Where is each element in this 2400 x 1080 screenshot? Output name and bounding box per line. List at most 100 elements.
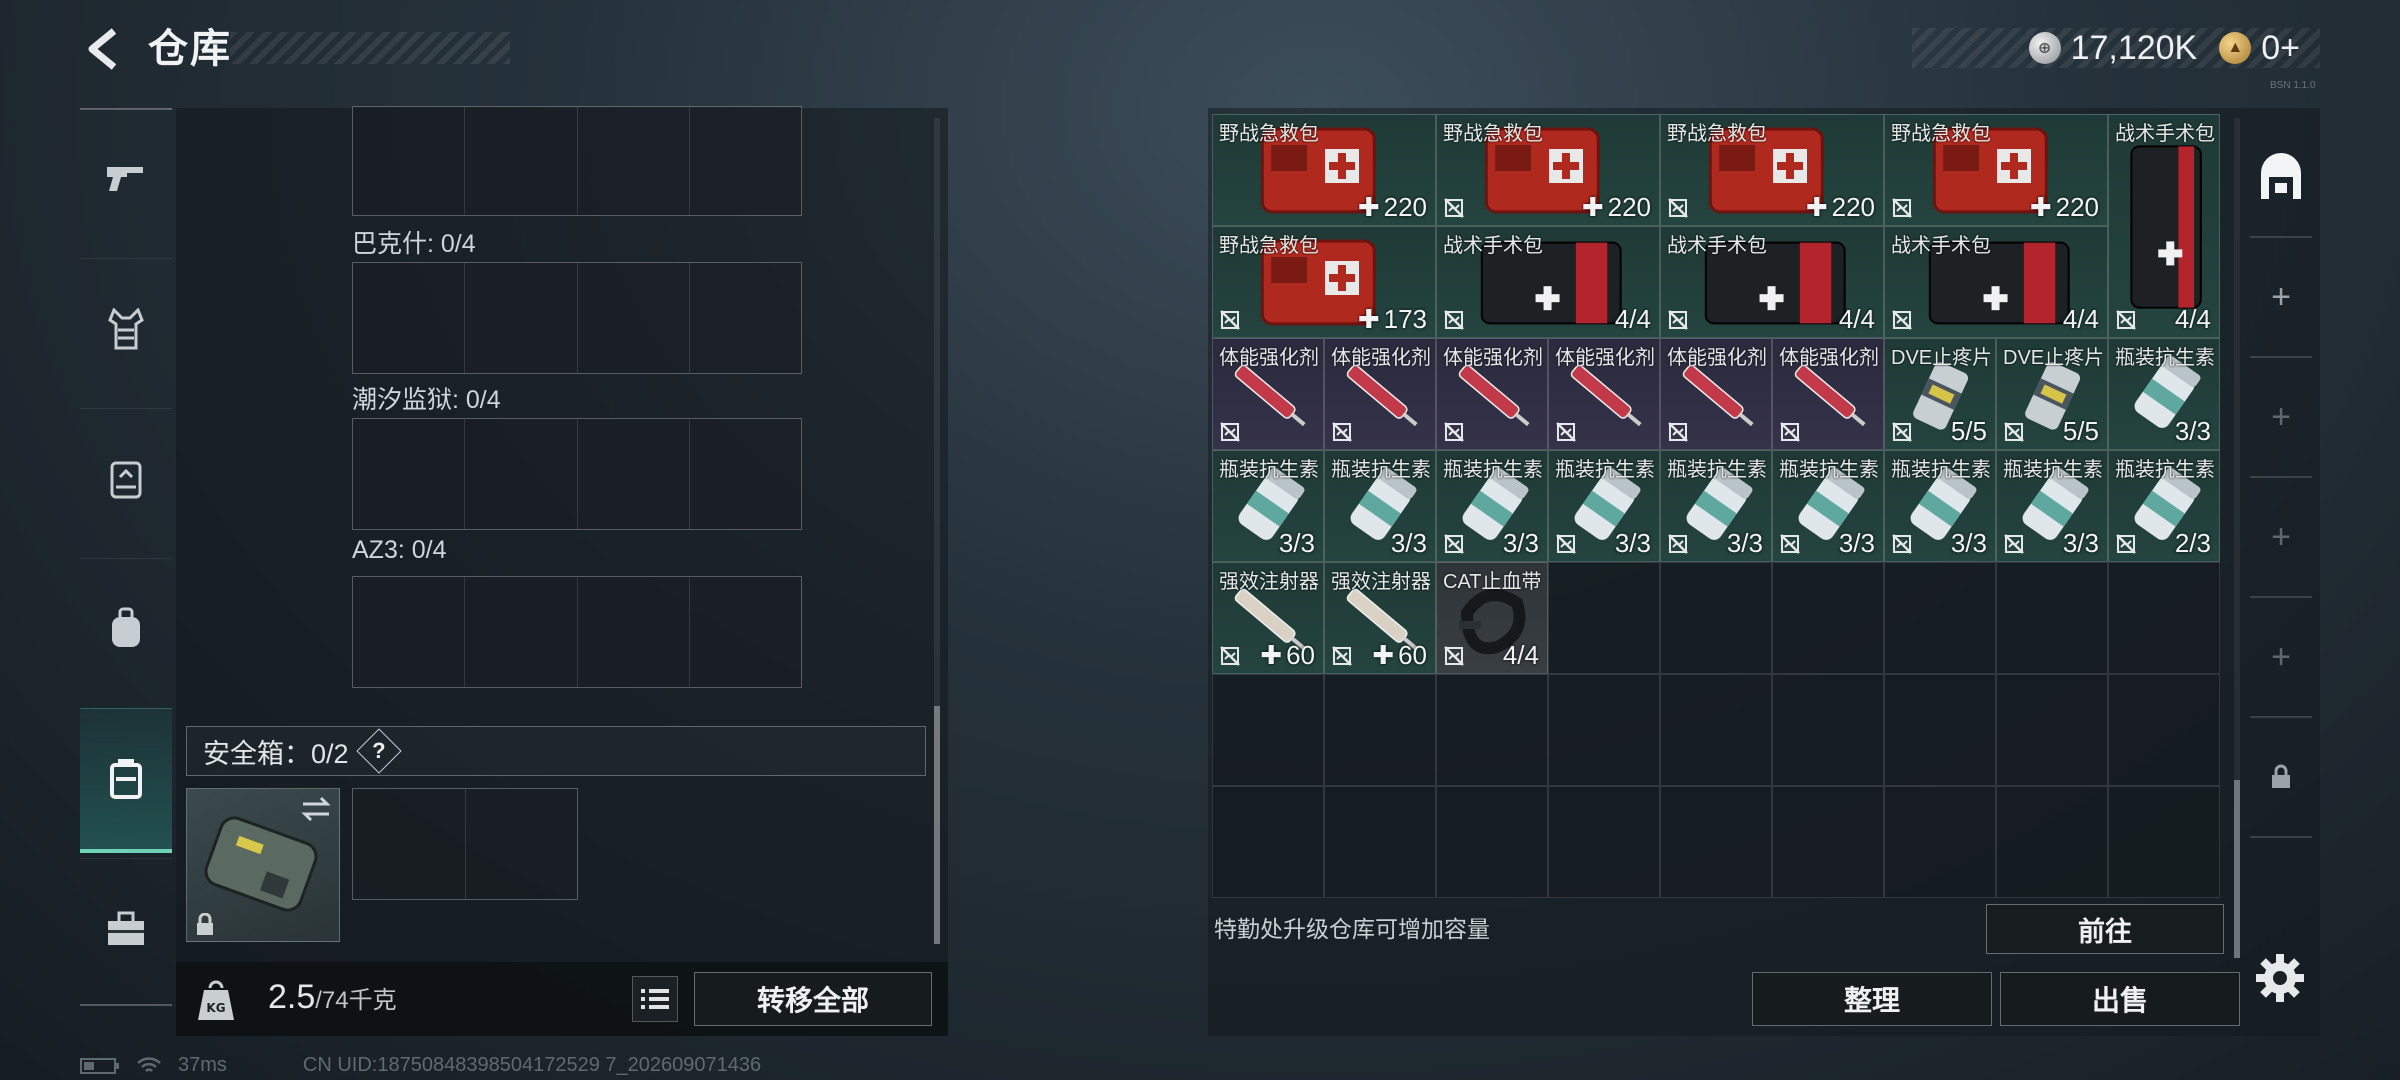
item-count: 3/3 (1390, 528, 1427, 558)
toolbox-icon (108, 911, 144, 945)
storage-item[interactable]: DVE止疼片 5/5 (1996, 338, 2108, 450)
plus-icon: + (2271, 277, 2291, 316)
nav-armor[interactable] (80, 258, 172, 399)
storage-item[interactable]: 战术手术包 4/4 (1436, 226, 1660, 338)
no-trade-icon (2004, 422, 2024, 442)
stash-page-1[interactable] (2250, 118, 2312, 238)
storage-item[interactable]: 瓶装抗生素 3/3 (1996, 450, 2108, 562)
storage-item[interactable]: 野战急救包 ✚ 220 (1212, 114, 1436, 226)
stash-page-locked[interactable] (2250, 718, 2312, 838)
stash-page-add-1[interactable]: + (2250, 238, 2312, 358)
storage-item[interactable]: 瓶装抗生素 3/3 (1212, 450, 1324, 562)
safe-box-item[interactable] (186, 788, 340, 942)
item-count: 3/3 (1614, 528, 1651, 558)
item-name: 瓶装抗生素 (1779, 459, 1879, 481)
safe-box-header: 安全箱：0/2 ? (186, 726, 926, 776)
group-label: AZ3: 0/4 (352, 536, 447, 564)
no-trade-icon (1332, 646, 1352, 666)
weight-readout: 2.5/74千克 (268, 978, 397, 1017)
storage-item[interactable]: 体能强化剂 (1324, 338, 1436, 450)
item-name: 强效注射器 (1219, 571, 1319, 593)
transfer-all-button[interactable]: 转移全部 (694, 972, 932, 1026)
item-count: ✚ 220 (1581, 192, 1651, 222)
item-count: 3/3 (1502, 528, 1539, 558)
slot-row-3[interactable] (352, 576, 802, 688)
nav-weapons[interactable] (80, 108, 172, 249)
no-trade-icon (1668, 310, 1688, 330)
list-view-button[interactable] (632, 976, 678, 1022)
item-name: 瓶装抗生素 (1331, 459, 1431, 481)
stash-page-add-3[interactable]: + (2250, 478, 2312, 598)
storage-item[interactable]: 战术手术包 4/4 (2108, 114, 2220, 338)
item-name: DVE止疼片 (2003, 347, 2105, 369)
back-button[interactable] (78, 22, 126, 76)
item-count: 3/3 (1726, 528, 1763, 558)
weight-value: 2.5 (268, 978, 316, 1016)
storage-item[interactable]: 瓶装抗生素 3/3 (1548, 450, 1660, 562)
item-name: 体能强化剂 (1443, 347, 1543, 369)
version-label: BSN 1.1.0 (2270, 80, 2316, 91)
storage-item[interactable]: 瓶装抗生素 3/3 (1884, 450, 1996, 562)
stash-page-add-4[interactable]: + (2250, 598, 2312, 718)
no-trade-icon (2116, 310, 2136, 330)
swap-icon[interactable] (299, 795, 333, 823)
nav-medical[interactable] (80, 708, 172, 853)
storage-item[interactable]: 战术手术包 4/4 (1660, 226, 1884, 338)
vest-icon (108, 308, 144, 350)
goto-button[interactable]: 前往 (1986, 904, 2224, 954)
storage-item[interactable]: 体能强化剂 (1660, 338, 1772, 450)
item-count: 4/4 (1614, 304, 1651, 334)
storage-item[interactable]: 瓶装抗生素 3/3 (1772, 450, 1884, 562)
slot-row-0[interactable] (352, 106, 802, 216)
list-icon (641, 989, 669, 1009)
nav-backpack-rig[interactable] (80, 408, 172, 549)
nav-toolbox[interactable] (80, 858, 172, 999)
gold-amount[interactable]: 0+ (2261, 29, 2300, 68)
plus-icon: ✚ (1581, 192, 1604, 222)
storage-item[interactable]: 体能强化剂 (1772, 338, 1884, 450)
safe-box-slots[interactable] (352, 788, 578, 900)
safe-box-label: 安全箱：0/2 (203, 738, 349, 769)
storage-item[interactable]: 瓶装抗生素 3/3 (2108, 338, 2220, 450)
storage-item[interactable]: CAT止血带 4/4 (1436, 562, 1548, 674)
no-trade-icon (1668, 198, 1688, 218)
item-name: DVE止疼片 (1891, 347, 1993, 369)
no-trade-icon (1780, 422, 1800, 442)
storage-item[interactable]: 野战急救包 ✚ 220 (1884, 114, 2108, 226)
gun-icon (107, 167, 143, 191)
storage-item[interactable]: 野战急救包 ✚ 220 (1660, 114, 1884, 226)
slot-row-1[interactable] (352, 262, 802, 374)
storage-item[interactable]: 强效注射器 ✚ 60 (1212, 562, 1324, 674)
left-scrollbar-thumb[interactable] (934, 706, 940, 944)
storage-item[interactable]: 瓶装抗生素 3/3 (1436, 450, 1548, 562)
storage-item[interactable]: 瓶装抗生素 3/3 (1660, 450, 1772, 562)
storage-item[interactable]: 体能强化剂 (1212, 338, 1324, 450)
stash-page-add-2[interactable]: + (2250, 358, 2312, 478)
page-title: 仓库 (148, 27, 232, 71)
help-icon[interactable]: ? (355, 728, 402, 774)
storage-item[interactable]: 野战急救包 ✚ 173 (1212, 226, 1436, 338)
storage-item[interactable]: 强效注射器 ✚ 60 (1324, 562, 1436, 674)
storage-item[interactable]: DVE止疼片 5/5 (1884, 338, 1996, 450)
storage-item[interactable]: 野战急救包 ✚ 220 (1436, 114, 1660, 226)
right-scrollbar-thumb[interactable] (2234, 780, 2240, 958)
gear-icon[interactable] (2252, 950, 2308, 1006)
item-name: 战术手术包 (1891, 235, 1991, 257)
item-count: 5/5 (2062, 416, 2099, 446)
item-count: ✚ 220 (1805, 192, 1875, 222)
storage-item[interactable]: 瓶装抗生素 2/3 (2108, 450, 2220, 562)
plus-icon: ✚ (1357, 192, 1380, 222)
nav-backpack[interactable] (80, 558, 172, 699)
silver-coin-icon: ⊕ (2028, 32, 2061, 64)
no-trade-icon (1444, 422, 1464, 442)
sort-button[interactable]: 整理 (1752, 972, 1992, 1026)
item-count: ✚ 173 (1357, 304, 1427, 334)
storage-item[interactable]: 体能强化剂 (1436, 338, 1548, 450)
storage-item[interactable]: 瓶装抗生素 3/3 (1324, 450, 1436, 562)
storage-item[interactable]: 体能强化剂 (1548, 338, 1660, 450)
no-trade-icon (1892, 198, 1912, 218)
sell-button[interactable]: 出售 (2000, 972, 2240, 1026)
item-count: 3/3 (2174, 416, 2211, 446)
slot-row-2[interactable] (352, 418, 802, 530)
storage-item[interactable]: 战术手术包 4/4 (1884, 226, 2108, 338)
